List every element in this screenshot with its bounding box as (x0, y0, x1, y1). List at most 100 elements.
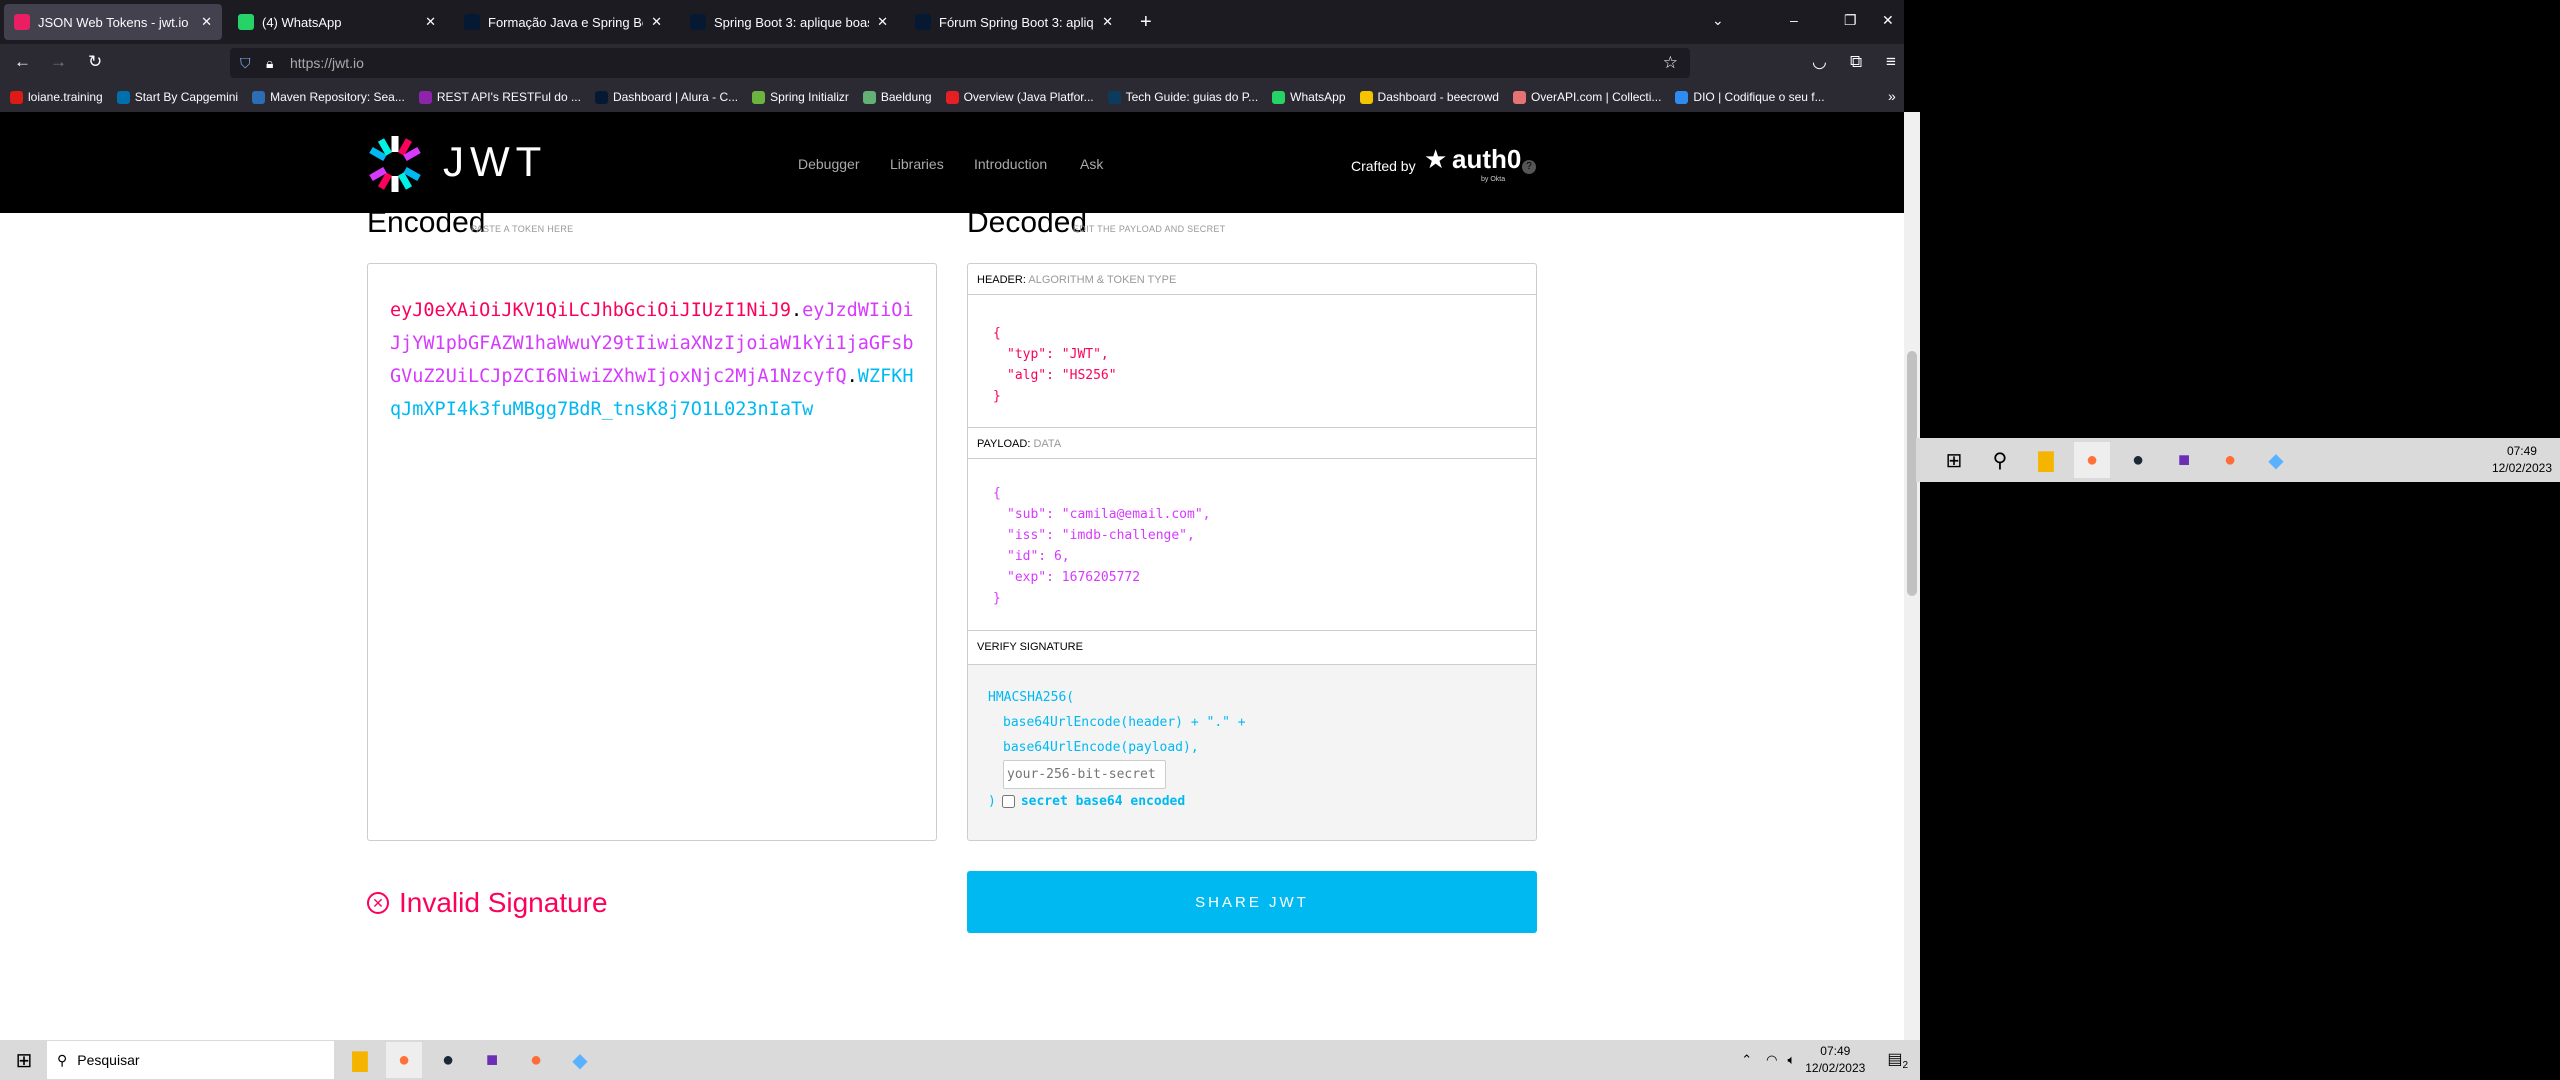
tab-bar: JSON Web Tokens - jwt.io ✕ (4) WhatsApp ✕ Fo… (0, 0, 1904, 44)
postman-icon[interactable]: ● (2212, 442, 2248, 478)
file-explorer-icon[interactable]: ▇ (2028, 442, 2064, 478)
back-icon[interactable]: ← (14, 52, 31, 72)
nav-libraries[interactable]: Libraries (890, 156, 944, 172)
encoded-token-editor[interactable]: eyJ0eXAiOiJKV1QiLCJhbGciOiJIUzI1NiJ9.eyJ… (367, 263, 937, 841)
bookmark[interactable]: WhatsApp (1272, 90, 1346, 104)
file-explorer-icon[interactable]: ▇ (342, 1042, 378, 1078)
payload-json-editor[interactable]: {"sub": "camila@email.com", "iss": "imdb-… (968, 459, 1536, 631)
clock[interactable]: 07:49 12/02/2023 (2492, 443, 2552, 477)
help-icon[interactable]: ? (1522, 160, 1536, 174)
extensions-icon[interactable]: ⧉ (1850, 52, 1862, 72)
tab[interactable]: Spring Boot 3: aplique boas prát ✕ (680, 4, 898, 40)
verify-line: base64UrlEncode(header) + "." + (1003, 715, 1246, 730)
tab-title: (4) WhatsApp (262, 14, 342, 30)
steam-icon[interactable]: ● (2120, 442, 2156, 478)
bookmark[interactable]: Baeldung (862, 90, 932, 104)
minimize-button[interactable]: – (1790, 12, 1798, 28)
reload-icon[interactable]: ↻ (88, 52, 102, 72)
firefox-icon[interactable]: ● (386, 1042, 422, 1078)
bookmark[interactable]: Tech Guide: guias do P... (1107, 90, 1258, 104)
bookmark-label: Maven Repository: Sea... (270, 90, 405, 104)
bookmark[interactable]: REST API's RESTFul do ... (418, 90, 581, 104)
more-bookmarks-icon[interactable]: » (1888, 88, 1896, 104)
close-tab-icon[interactable]: ✕ (651, 14, 662, 30)
app-icon[interactable]: ◆ (562, 1042, 598, 1078)
share-jwt-button[interactable]: SHARE JWT (967, 871, 1537, 933)
json-line: "typ": "JWT", (1007, 347, 1109, 362)
bookmark-label: WhatsApp (1290, 90, 1346, 104)
page-scrollbar[interactable] (1904, 112, 1920, 1040)
pocket-icon[interactable]: ◡ (1812, 52, 1827, 72)
bookmark-favicon-icon (252, 90, 266, 104)
url-bar[interactable]: ⛉ 🔒︎ https://jwt.io ☆ (230, 48, 1690, 78)
restore-button[interactable]: ❐ (1844, 12, 1857, 29)
bookmark-star-icon[interactable]: ☆ (1663, 53, 1678, 73)
secret-input[interactable] (1003, 760, 1166, 789)
decoded-title: Decoded (967, 206, 1088, 239)
intellij-icon[interactable]: ■ (474, 1042, 510, 1078)
close-tab-icon[interactable]: ✕ (877, 14, 888, 30)
steam-icon[interactable]: ● (430, 1042, 466, 1078)
tab[interactable]: JSON Web Tokens - jwt.io ✕ (4, 4, 222, 40)
bookmark[interactable]: Dashboard | Alura - C... (594, 90, 738, 104)
json-line: { (993, 326, 1001, 341)
wifi-icon[interactable]: ◠ (1766, 1052, 1777, 1068)
bookmark[interactable]: Spring Initializr (752, 90, 849, 104)
jwt-logo-icon[interactable] (365, 134, 425, 194)
bookmark[interactable]: Overview (Java Platfor... (945, 90, 1094, 104)
bookmark-favicon-icon (418, 90, 432, 104)
nav-debugger[interactable]: Debugger (798, 156, 860, 172)
signature-status: ✕ Invalid Signature (367, 887, 608, 919)
menu-icon[interactable]: ≡ (1886, 52, 1896, 72)
bookmark-favicon-icon (10, 90, 23, 104)
json-line: { (993, 486, 1001, 501)
verify-line: base64UrlEncode(payload), (1003, 740, 1199, 755)
shield-icon[interactable]: ⛉ (240, 55, 251, 72)
close-tab-icon[interactable]: ✕ (1102, 14, 1113, 30)
header-json-editor[interactable]: {"typ": "JWT", "alg": "HS256"} (968, 295, 1536, 428)
clock[interactable]: 07:49 12/02/2023 (1805, 1043, 1865, 1077)
bookmark[interactable]: loiane.training (10, 90, 103, 104)
taskbar-search[interactable]: ⚲ Pesquisar (47, 1041, 334, 1079)
list-tabs-button[interactable]: ⌄ (1712, 12, 1724, 29)
tab[interactable]: Formação Java e Spring Boot | A ✕ (454, 4, 672, 40)
bookmark[interactable]: DIO | Codifique o seu f... (1675, 90, 1825, 104)
firefox-icon[interactable]: ● (2074, 442, 2110, 478)
close-tab-icon[interactable]: ✕ (425, 14, 436, 30)
json-line: "id": 6, (1007, 549, 1070, 564)
json-line: } (993, 591, 1001, 606)
close-window-button[interactable]: ✕ (1882, 12, 1894, 29)
windows-start-icon[interactable]: ⊞ (6, 1042, 42, 1078)
url-text[interactable]: https://jwt.io (290, 55, 364, 71)
tab[interactable]: (4) WhatsApp ✕ (228, 4, 446, 40)
tray-chevron-icon[interactable]: ⌃ (1741, 1052, 1752, 1068)
base64-checkbox[interactable] (1001, 795, 1015, 808)
nav-ask[interactable]: Ask (1080, 156, 1103, 172)
postman-icon[interactable]: ● (518, 1042, 554, 1078)
tab[interactable]: Fórum Spring Boot 3: aplique b ✕ (905, 4, 1123, 40)
forward-icon[interactable]: → (50, 52, 67, 72)
volume-icon[interactable]: 🔈︎ (1787, 1052, 1795, 1068)
bookmark-favicon-icon (1512, 90, 1526, 104)
auth0-logo[interactable]: auth0 (1452, 144, 1521, 175)
bookmark[interactable]: OverAPI.com | Collecti... (1512, 90, 1661, 104)
notifications-icon[interactable]: ▤2 (1887, 1049, 1908, 1071)
lock-icon[interactable]: 🔒︎ (266, 55, 273, 72)
close-tab-icon[interactable]: ✕ (201, 14, 212, 30)
json-line: "alg": "HS256" (1007, 368, 1117, 383)
new-tab-button[interactable]: + (1130, 4, 1162, 40)
bookmark-favicon-icon (1675, 90, 1689, 104)
bookmark[interactable]: Dashboard - beecrowd (1359, 90, 1499, 104)
bookmark[interactable]: Start By Capgemini (116, 90, 239, 104)
intellij-icon[interactable]: ■ (2166, 442, 2202, 478)
nav-introduction[interactable]: Introduction (974, 156, 1047, 172)
bookmark-label: Start By Capgemini (134, 90, 239, 104)
bookmark[interactable]: Maven Repository: Sea... (252, 90, 405, 104)
auth0-star-icon[interactable]: ★ (1424, 144, 1447, 175)
json-line: "exp": 1676205772 (1007, 570, 1141, 585)
app-icon[interactable]: ◆ (2258, 442, 2294, 478)
favicon-icon (690, 14, 706, 30)
windows-start-icon[interactable]: ⊞ (1936, 442, 1972, 478)
search-icon[interactable]: ⚲ (1982, 442, 2018, 478)
search-placeholder: Pesquisar (77, 1052, 140, 1068)
